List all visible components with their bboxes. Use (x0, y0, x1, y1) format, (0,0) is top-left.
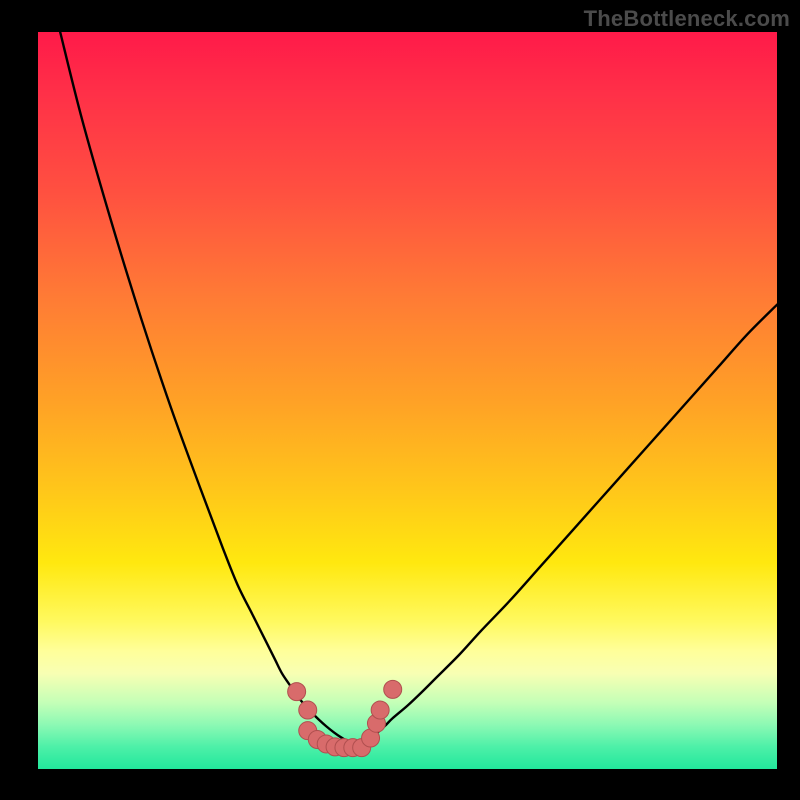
watermark-text: TheBottleneck.com (584, 6, 790, 32)
data-marker (299, 701, 317, 719)
data-markers (288, 680, 402, 756)
data-marker (288, 683, 306, 701)
curve-right (363, 305, 777, 744)
data-marker (371, 701, 389, 719)
data-marker (384, 680, 402, 698)
chart-plot-area (38, 32, 777, 769)
chart-svg (38, 32, 777, 769)
chart-frame: TheBottleneck.com (0, 0, 800, 800)
curve-left (60, 32, 348, 742)
